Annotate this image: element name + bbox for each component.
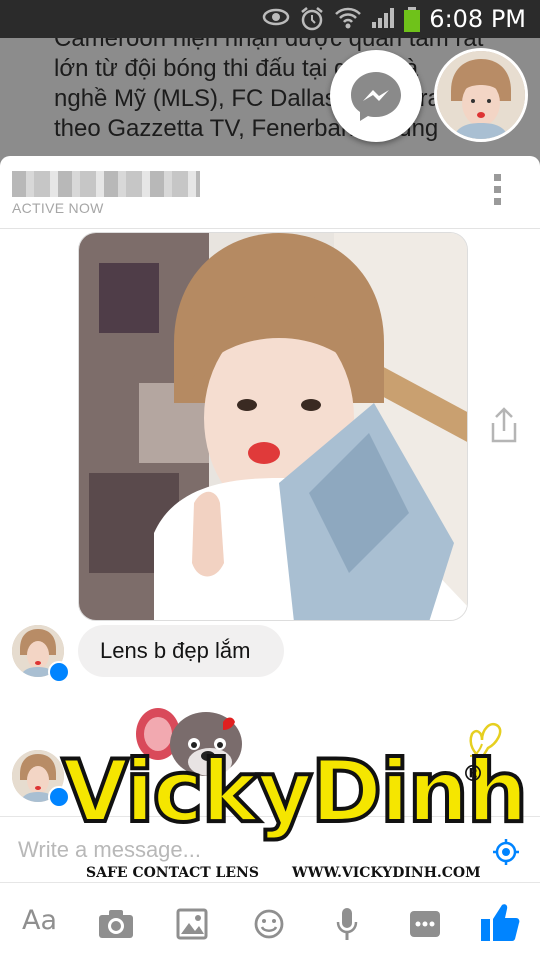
message-bubble[interactable]: Lens b đẹp lắm [78, 625, 284, 677]
camera-icon[interactable] [97, 907, 135, 941]
composer-toolbar: Aa [0, 882, 540, 960]
selfie-image [79, 233, 467, 620]
registered-mark: ® [462, 762, 484, 787]
more-options-icon[interactable] [494, 174, 502, 210]
alarm-icon [301, 7, 323, 31]
message-text: Lens b đẹp lắm [100, 638, 251, 663]
gallery-icon[interactable] [176, 907, 208, 941]
microphone-icon[interactable] [336, 907, 358, 941]
shared-photo[interactable] [78, 232, 468, 621]
wifi-icon [335, 7, 361, 29]
emoji-icon[interactable] [253, 907, 285, 941]
vickydinh-watermark: VickyDinh ® SAFE CONTACT LENS WWW.VICKYD… [60, 700, 530, 890]
status-bar: 6:08 PM [0, 0, 540, 38]
status-time: 6:08 PM [429, 5, 526, 33]
more-icon[interactable] [409, 907, 441, 941]
share-icon[interactable] [488, 406, 520, 444]
contact-avatar-image [437, 51, 525, 139]
blurred-contact-name [12, 171, 200, 197]
active-status: ACTIVE NOW [12, 200, 104, 216]
messenger-icon [351, 72, 401, 121]
signal-icon [372, 8, 394, 28]
like-thumb-icon[interactable] [480, 901, 520, 943]
tagline-text: SAFE CONTACT LENS [86, 865, 259, 881]
battery-icon [404, 7, 420, 32]
messenger-chathead[interactable] [330, 50, 422, 142]
article-line: Cameroon hiện nhận được quan tâm rất [54, 38, 484, 52]
chat-header: ACTIVE NOW [0, 156, 540, 229]
website-text: WWW.VICKYDINH.COM [292, 865, 481, 881]
contact-chathead[interactable] [434, 48, 528, 142]
eye-icon [262, 8, 290, 26]
messenger-badge-icon [48, 661, 70, 683]
brand-logo-text: VickyDinh [60, 740, 530, 844]
text-aa-button[interactable]: Aa [22, 905, 57, 939]
